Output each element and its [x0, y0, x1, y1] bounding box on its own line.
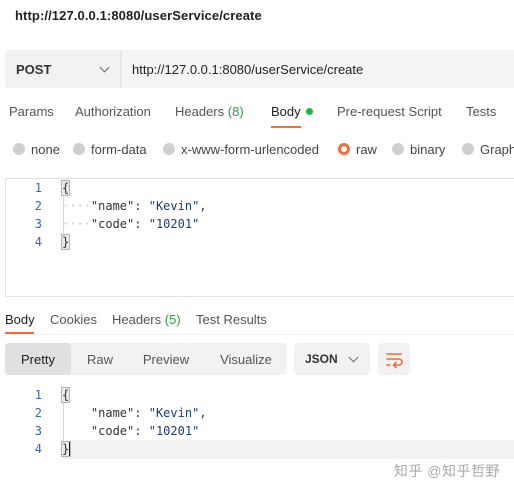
tab-pre-request-script[interactable]: Pre-request Script: [337, 104, 442, 130]
radio-circle-icon: [73, 143, 85, 155]
code-line: }: [60, 441, 72, 457]
json-value: "10201": [148, 424, 200, 438]
radio-circle-icon: [13, 143, 25, 155]
format-select[interactable]: JSON: [294, 343, 370, 375]
close-brace: }: [60, 441, 72, 457]
response-tab-headers[interactable]: Headers (5): [112, 312, 181, 327]
headers-count-badge: (8): [227, 104, 244, 119]
chevron-down-icon: [348, 352, 359, 362]
line-number: 2: [34, 406, 42, 420]
radio-circle-icon: [392, 143, 404, 155]
wrap-lines-icon: [386, 353, 403, 369]
tab-authorization[interactable]: Authorization: [75, 104, 151, 130]
body-active-dot-icon: [305, 108, 313, 116]
response-tab-body[interactable]: Body: [5, 312, 35, 327]
line-number: 1: [34, 181, 42, 195]
tab-headers[interactable]: Headers (8): [175, 104, 244, 130]
watermark: 知乎 @知乎哲野: [393, 463, 500, 479]
response-tab-test-results[interactable]: Test Results: [196, 312, 267, 327]
code-line: {: [60, 387, 71, 403]
wrap-lines-button[interactable]: [378, 343, 410, 375]
radio-circle-icon: [462, 143, 474, 155]
indent-guide: [63, 403, 64, 441]
radio-circle-icon: [163, 143, 175, 155]
line-number: 3: [34, 424, 42, 438]
code-line: "code": "10201": [90, 424, 200, 438]
response-tabs-divider: [5, 334, 514, 335]
method-select[interactable]: POST: [5, 50, 120, 88]
body-type-options: none form-data x-www-form-urlencoded raw…: [0, 141, 514, 157]
url-bar: POST http://127.0.0.1:8080/userService/c…: [5, 50, 514, 88]
line-number: 1: [34, 388, 42, 402]
line-number: 3: [34, 217, 42, 231]
radio-form-data[interactable]: form-data: [73, 142, 147, 157]
code-line: {: [60, 180, 71, 196]
active-tab-underline: [271, 126, 301, 128]
radio-selected-icon: [338, 143, 350, 155]
radio-graphql[interactable]: Graph: [462, 142, 514, 157]
radio-binary[interactable]: binary: [392, 142, 445, 157]
radio-x-www-form-urlencoded[interactable]: x-www-form-urlencoded: [163, 142, 319, 157]
indent-guide: [63, 196, 64, 234]
json-key: "code": [90, 217, 135, 231]
json-key: "code": [90, 424, 135, 438]
line-number: 4: [34, 442, 42, 456]
view-preview-button[interactable]: Preview: [133, 343, 199, 375]
url-text: http://127.0.0.1:8080/userService/create: [132, 61, 364, 77]
view-raw-button[interactable]: Raw: [75, 343, 125, 375]
json-value: "10201": [148, 217, 200, 231]
json-value: "Kevin": [148, 406, 200, 420]
response-tab-cookies[interactable]: Cookies: [50, 312, 97, 327]
radio-none[interactable]: none: [13, 142, 60, 157]
request-body-editor[interactable]: [5, 178, 514, 297]
view-pretty-button[interactable]: Pretty: [5, 343, 71, 375]
code-line: "name": "Kevin",: [90, 406, 207, 420]
open-brace: {: [60, 180, 71, 196]
line-number: 4: [34, 235, 42, 249]
code-line: ····"name": "Kevin",: [62, 199, 207, 213]
tab-params[interactable]: Params: [9, 104, 54, 130]
line-number: 2: [34, 199, 42, 213]
open-brace: {: [60, 387, 71, 403]
response-headers-count-badge: (5): [164, 312, 181, 327]
chevron-down-icon: [99, 62, 110, 72]
code-line: }: [60, 234, 71, 250]
radio-raw[interactable]: raw: [338, 142, 377, 157]
view-visualize-button[interactable]: Visualize: [211, 343, 281, 375]
json-key: "name": [90, 199, 135, 213]
request-title: http://127.0.0.1:8080/userService/create: [15, 8, 262, 23]
tab-tests[interactable]: Tests: [466, 104, 496, 130]
method-label: POST: [16, 61, 52, 77]
url-input[interactable]: http://127.0.0.1:8080/userService/create: [120, 50, 514, 88]
json-key: "name": [90, 406, 135, 420]
json-value: "Kevin": [148, 199, 200, 213]
active-line-highlight: [62, 440, 514, 459]
format-select-value: JSON: [305, 352, 338, 366]
code-line: ····"code": "10201": [62, 217, 200, 231]
close-brace: }: [60, 234, 71, 250]
